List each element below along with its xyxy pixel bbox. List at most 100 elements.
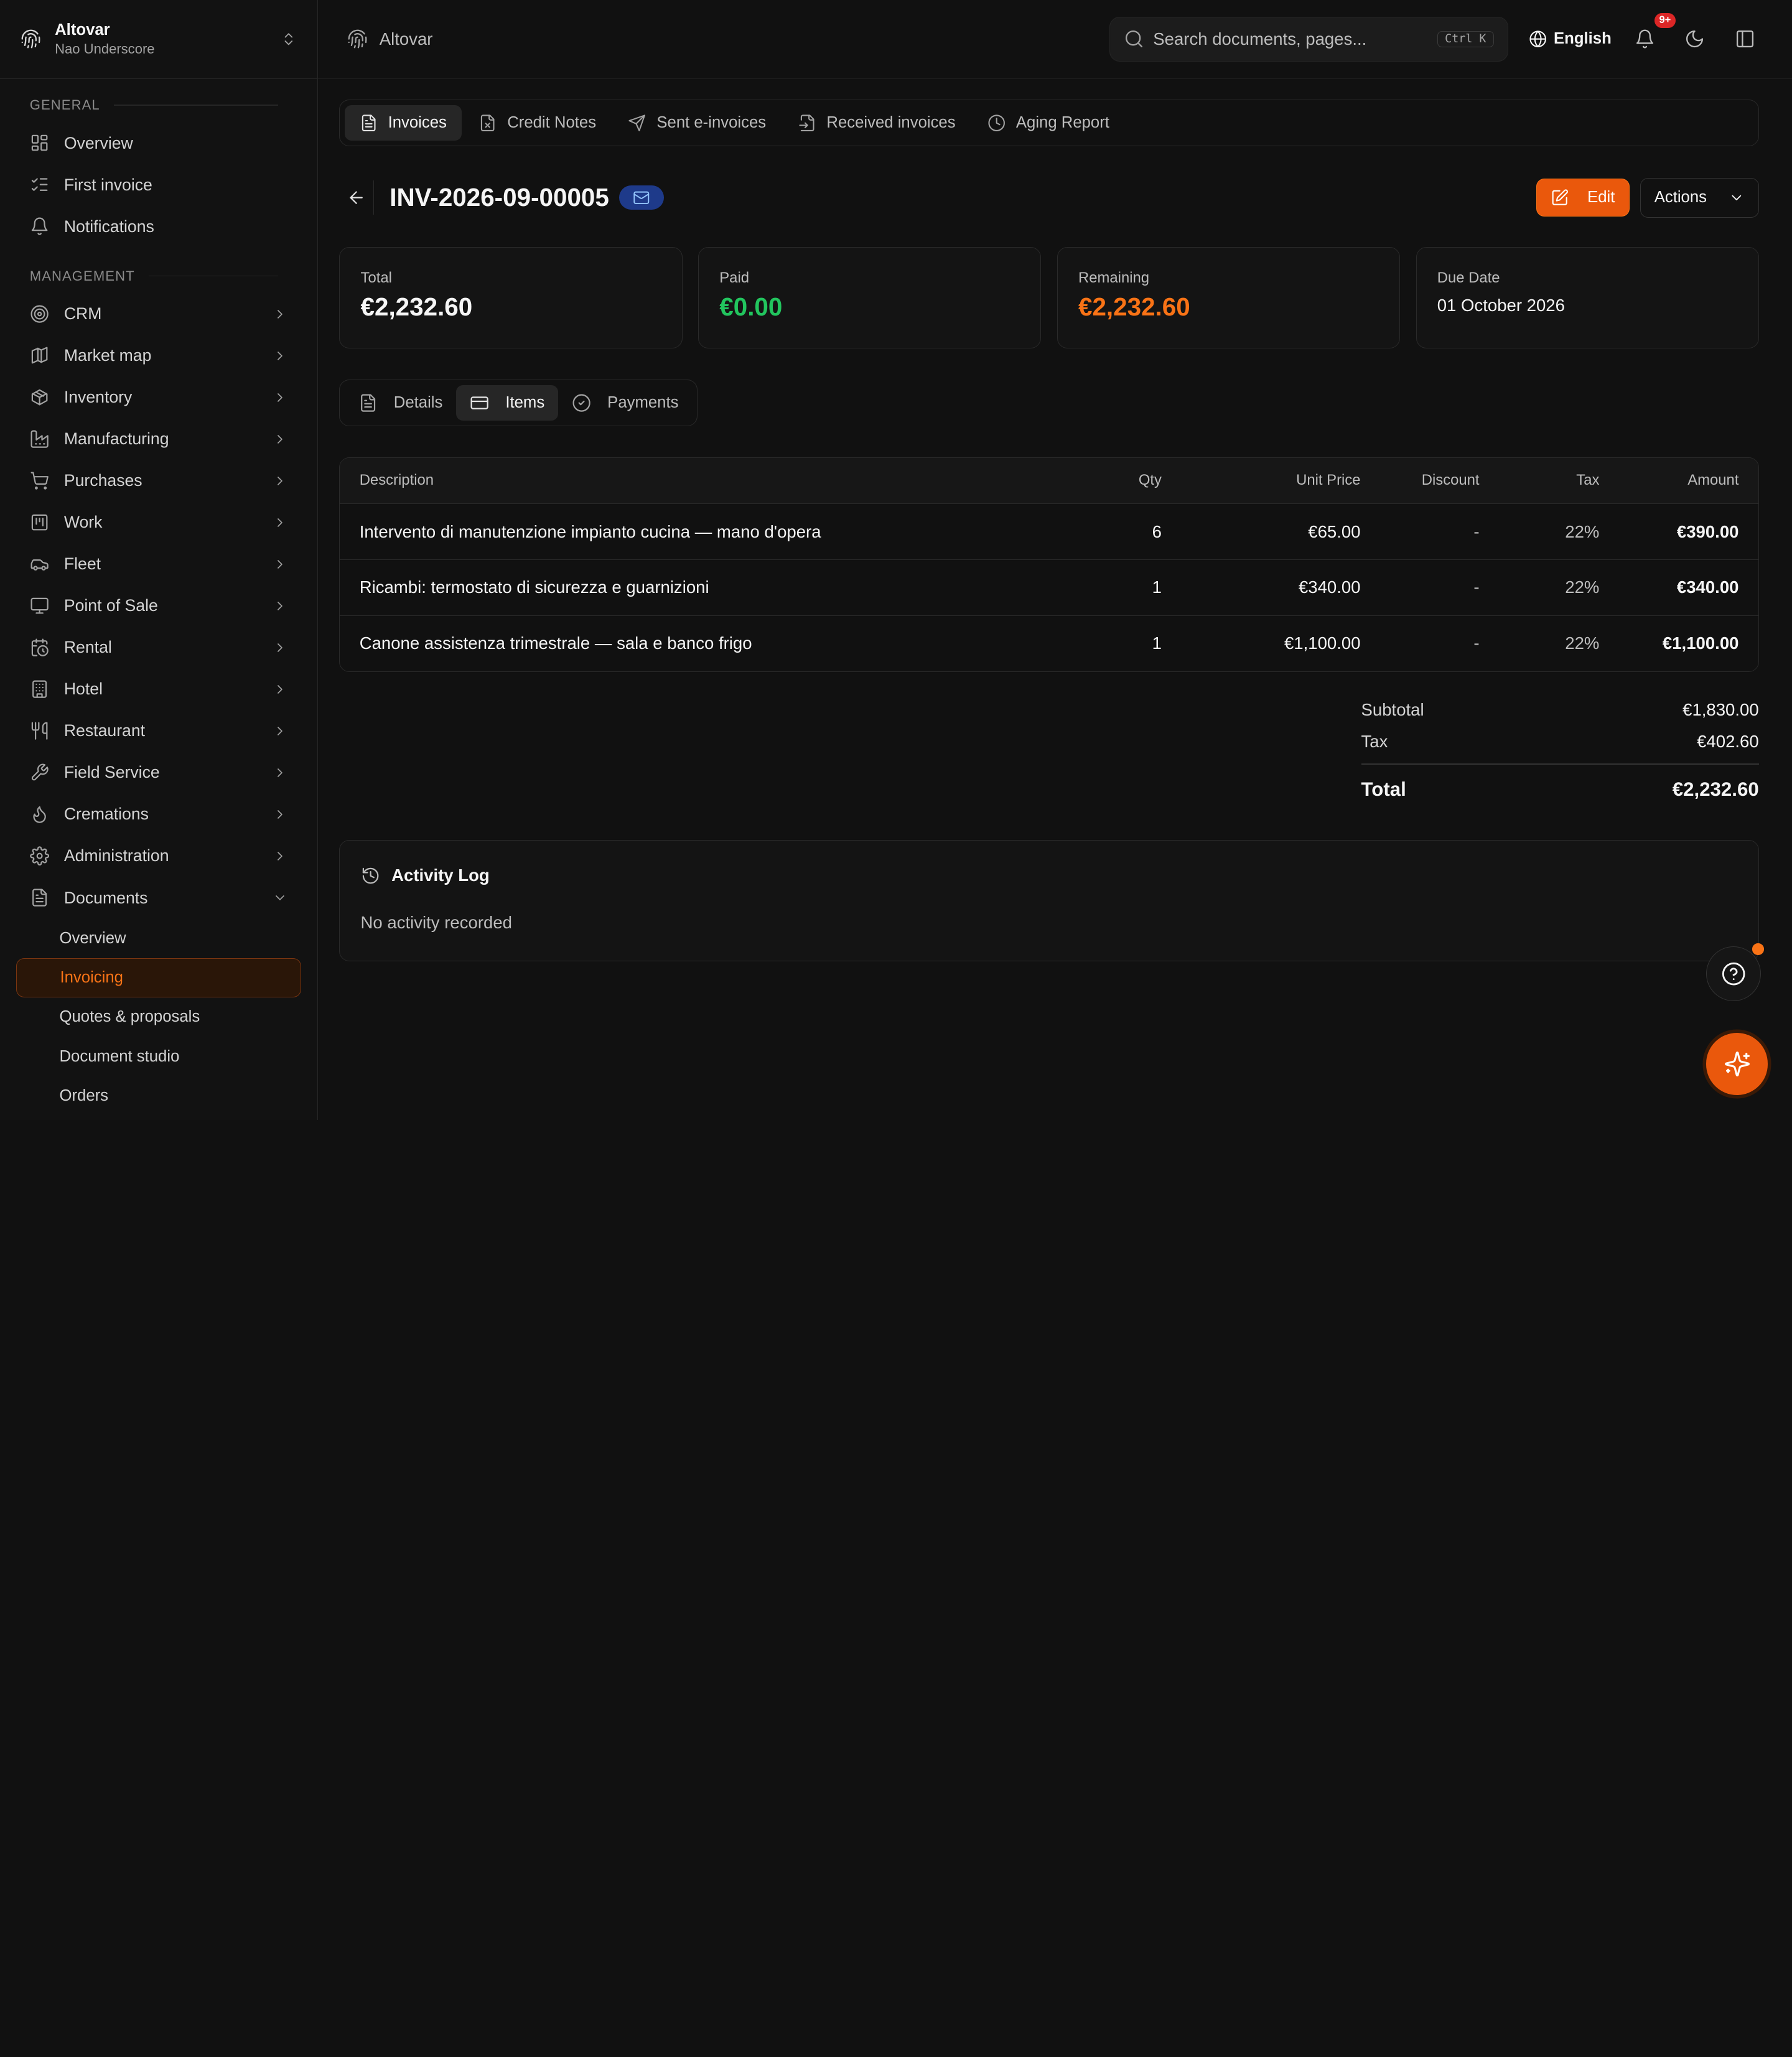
grand-total-row: Total €2,232.60 bbox=[1361, 765, 1759, 815]
sidebar-item-administration[interactable]: Administration bbox=[16, 835, 301, 877]
subtotal-label: Subtotal bbox=[1361, 699, 1424, 719]
col-unit-price: Unit Price bbox=[1296, 472, 1361, 489]
sidebar-item-rental[interactable]: Rental bbox=[16, 627, 301, 668]
sidebar-item-purchases[interactable]: Purchases bbox=[16, 460, 301, 501]
ai-assistant-button[interactable] bbox=[1706, 1033, 1768, 1095]
tab-invoices[interactable]: Invoices bbox=[344, 105, 462, 141]
clock-icon bbox=[988, 114, 1005, 131]
table-header: Description Qty Unit Price Discount Tax … bbox=[340, 457, 1758, 504]
sidebar-item-crm[interactable]: CRM bbox=[16, 293, 301, 335]
actions-dropdown[interactable]: Actions bbox=[1640, 177, 1759, 218]
tab-details[interactable]: Details bbox=[345, 385, 457, 421]
cell-qty: 1 bbox=[1152, 577, 1162, 597]
sidebar-item-field-service[interactable]: Field Service bbox=[16, 752, 301, 793]
tab-label: Items bbox=[505, 393, 545, 411]
sidebar-item-point-of-sale[interactable]: Point of Sale bbox=[16, 585, 301, 627]
check-circle-icon bbox=[572, 394, 590, 412]
grand-total-value: €2,232.60 bbox=[1672, 778, 1759, 801]
sidebar-item-label: Fleet bbox=[63, 554, 101, 574]
panel-toggle-button[interactable] bbox=[1728, 22, 1762, 56]
invoice-header: INV-2026-09-00005 Edit Actions bbox=[339, 177, 1759, 218]
file-icon bbox=[32, 889, 47, 907]
calendar-clock-icon bbox=[31, 638, 49, 656]
notifications-button[interactable]: 9+ bbox=[1628, 12, 1676, 56]
tab-payments[interactable]: Payments bbox=[558, 385, 692, 421]
sidebar-item-overview[interactable]: Overview bbox=[16, 123, 301, 164]
sidebar-subitem-overview[interactable]: Overview bbox=[16, 919, 301, 958]
sidebar-item-manufacturing[interactable]: Manufacturing bbox=[16, 418, 301, 460]
tab-credit-notes[interactable]: Credit Notes bbox=[464, 105, 611, 141]
sidebar-item-first-invoice[interactable]: First invoice bbox=[16, 164, 301, 206]
file-x-icon bbox=[481, 114, 495, 131]
sidebar-item-fleet[interactable]: Fleet bbox=[16, 543, 301, 585]
tab-aging-report[interactable]: Aging Report bbox=[973, 105, 1124, 141]
paid-value: €0.00 bbox=[719, 292, 783, 321]
search-icon bbox=[1125, 30, 1142, 48]
org-switcher[interactable]: Altovar Nao Underscore bbox=[0, 0, 317, 79]
edit-button[interactable]: Edit bbox=[1536, 179, 1630, 217]
sidebar-item-label: First invoice bbox=[63, 175, 152, 194]
sidebar-item-documents[interactable]: Documents bbox=[16, 877, 301, 918]
moon-icon bbox=[1686, 30, 1704, 48]
help-indicator-dot bbox=[1752, 943, 1764, 955]
sent-status-badge bbox=[619, 185, 664, 210]
monitor-icon bbox=[30, 597, 49, 614]
brand-name: Altovar bbox=[379, 29, 433, 49]
tab-sent-e-invoices[interactable]: Sent e-invoices bbox=[614, 105, 781, 141]
grand-total-label: Total bbox=[1361, 778, 1406, 801]
sidebar-item-notifications[interactable]: Notifications bbox=[16, 206, 301, 248]
chevron-right-icon bbox=[273, 807, 287, 822]
topbar: Altovar Ctrl K English 9+ bbox=[317, 0, 1792, 79]
org-name: Altovar bbox=[55, 21, 110, 39]
sidebar-item-label: Restaurant bbox=[63, 721, 146, 740]
theme-toggle-button[interactable] bbox=[1678, 22, 1712, 56]
cell-tax: 22% bbox=[1565, 577, 1600, 597]
wrench-icon bbox=[31, 763, 49, 781]
help-button[interactable] bbox=[1706, 943, 1764, 1001]
sidebar-item-inventory[interactable]: Inventory bbox=[16, 376, 301, 418]
package-icon bbox=[31, 389, 48, 406]
language-selector[interactable]: English bbox=[1529, 30, 1612, 48]
col-description: Description bbox=[359, 472, 434, 489]
actions-label: Actions bbox=[1654, 189, 1707, 207]
sidebar-item-market-map[interactable]: Market map bbox=[16, 335, 301, 376]
sidebar-subitem-orders[interactable]: Orders bbox=[16, 1076, 301, 1116]
cell-tax: 22% bbox=[1565, 633, 1600, 653]
search-input[interactable] bbox=[1153, 29, 1438, 49]
search-shortcut: Ctrl K bbox=[1437, 30, 1494, 48]
chevron-right-icon bbox=[273, 307, 287, 322]
cell-description: Canone assistenza trimestrale — sala e b… bbox=[359, 633, 752, 653]
gear-icon bbox=[29, 846, 49, 866]
sidebar-item-label: Inventory bbox=[63, 388, 133, 407]
sidebar-subitem-document-studio[interactable]: Document studio bbox=[16, 1037, 301, 1076]
topbar-brand[interactable]: Altovar bbox=[347, 29, 432, 49]
sidebar-item-restaurant[interactable]: Restaurant bbox=[16, 710, 301, 752]
sidebar-item-work[interactable]: Work bbox=[16, 501, 301, 543]
fingerprint-icon bbox=[21, 29, 41, 49]
sidebar-item-label: Purchases bbox=[63, 471, 142, 490]
edit-label: Edit bbox=[1587, 189, 1615, 207]
paid-card: Paid €0.00 bbox=[698, 246, 1042, 349]
checklist-icon bbox=[31, 178, 48, 192]
tax-row: Tax €402.60 bbox=[1361, 725, 1759, 757]
sidebar-subitem-invoicing[interactable]: Invoicing bbox=[16, 958, 301, 998]
sidebar-subitem-quotes[interactable]: Quotes & proposals bbox=[16, 997, 301, 1037]
search-box[interactable]: Ctrl K bbox=[1109, 17, 1508, 62]
tab-items[interactable]: Items bbox=[456, 385, 559, 421]
col-tax: Tax bbox=[1576, 472, 1600, 489]
cell-unit-price: €1,100.00 bbox=[1284, 633, 1361, 653]
grid-icon bbox=[31, 135, 48, 151]
sidebar-item-label: CRM bbox=[63, 304, 102, 324]
activity-header: Activity Log bbox=[361, 865, 1738, 885]
sidebar-item-hotel[interactable]: Hotel bbox=[16, 668, 301, 710]
sidebar-item-cremations[interactable]: Cremations bbox=[16, 793, 301, 835]
car-icon bbox=[30, 559, 49, 571]
back-button[interactable] bbox=[339, 180, 374, 215]
tab-received-invoices[interactable]: Received invoices bbox=[783, 105, 971, 141]
chevrons-up-down-icon bbox=[281, 31, 297, 47]
file-text-icon bbox=[360, 394, 375, 412]
subtotal-value: €1,830.00 bbox=[1682, 699, 1759, 719]
col-amount: Amount bbox=[1687, 472, 1739, 489]
tab-label: Payments bbox=[607, 393, 679, 411]
items-table: Description Qty Unit Price Discount Tax … bbox=[339, 457, 1759, 672]
